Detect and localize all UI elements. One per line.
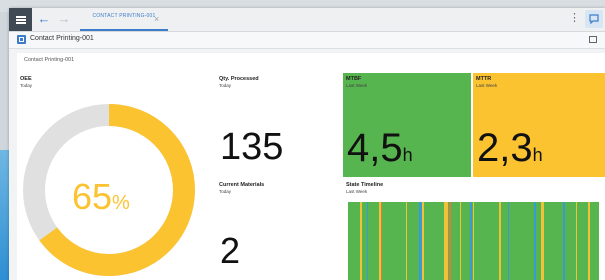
timeline-state-segment <box>588 202 590 280</box>
app-window: ← → CONTACT PRINTING-001 × ⋮ Contact Pri… <box>9 8 605 280</box>
materials-title: Current Materials <box>219 182 265 188</box>
materials-subtitle: Today <box>219 189 232 194</box>
panel-toggle-icon[interactable] <box>589 36 597 43</box>
top-bar: ← → CONTACT PRINTING-001 × ⋮ <box>9 8 605 32</box>
chat-button[interactable] <box>585 10 603 28</box>
oee-tile[interactable]: OEE Today 65% <box>17 73 213 280</box>
timeline-state-segment <box>576 202 577 280</box>
timeline-state-segment <box>563 202 565 280</box>
timeline-state-segment <box>444 202 448 280</box>
mttr-subtitle: Last Week <box>476 83 498 88</box>
page-header: Contact Printing-001 <box>9 32 605 49</box>
mttr-tile[interactable]: MTTR Last Week 2,3h <box>473 73 605 177</box>
timeline-chart <box>348 202 599 280</box>
current-materials-tile[interactable]: Current Materials Today 2 <box>216 179 341 280</box>
qty-value: 135 <box>220 126 284 168</box>
timeline-state-segment <box>360 202 362 280</box>
mttr-value-wrap: 2,3h <box>477 128 543 168</box>
oee-value: 65 <box>72 176 113 217</box>
materials-value: 2 <box>220 230 241 271</box>
mtbf-subtitle: Last Week <box>346 83 368 88</box>
tab-label: CONTACT PRINTING-001 <box>92 13 156 19</box>
oee-unit: % <box>112 192 130 214</box>
mttr-title: MTTR <box>476 76 492 82</box>
timeline-state-segment <box>470 202 472 280</box>
qty-processed-tile[interactable]: Qty. Processed Today 135 <box>216 73 341 177</box>
timeline-state-segment <box>406 202 407 280</box>
timeline-subtitle: Last Week <box>346 189 368 194</box>
timeline-state-segment <box>473 202 474 280</box>
more-options-icon[interactable]: ⋮ <box>569 13 580 24</box>
timeline-state-segment <box>367 202 368 280</box>
timeline-state-segment <box>508 202 509 280</box>
mtbf-tile[interactable]: MTBF Last Week 4,5h <box>343 73 471 177</box>
menu-button[interactable] <box>9 8 32 31</box>
timeline-state-segment <box>534 202 536 280</box>
mtbf-value: 4,5 <box>347 126 403 170</box>
timeline-state-segment <box>449 202 451 280</box>
oee-value-wrap: 65% <box>72 179 130 215</box>
mtbf-title: MTBF <box>346 76 362 82</box>
qty-subtitle: Today <box>219 83 232 88</box>
timeline-state-segment <box>379 202 381 280</box>
mtbf-unit: h <box>402 145 413 165</box>
state-timeline-tile[interactable]: State Timeline Last Week <box>343 179 605 280</box>
timeline-state-segment <box>422 202 424 280</box>
mtbf-value-wrap: 4,5h <box>347 128 413 168</box>
timeline-state-segment <box>419 202 422 280</box>
machine-icon <box>17 35 26 44</box>
oee-donut <box>23 104 195 276</box>
panel-title: Contact Printing-001 <box>24 57 75 63</box>
mttr-unit: h <box>532 145 543 165</box>
dashboard-panel: Contact Printing-001 OEE Today 65% Qty. … <box>17 53 605 280</box>
hamburger-icon <box>15 15 26 24</box>
forward-arrow-icon[interactable]: → <box>57 12 71 26</box>
chat-icon <box>589 14 599 24</box>
back-arrow-icon[interactable]: ← <box>37 12 51 26</box>
timeline-state-segment <box>499 202 501 280</box>
timeline-state-segment <box>541 202 544 280</box>
mttr-value: 2,3 <box>477 126 533 170</box>
timeline-state-segment <box>460 202 461 280</box>
qty-title: Qty. Processed <box>219 76 259 82</box>
tab-close-icon[interactable]: × <box>154 14 159 24</box>
timeline-state-segment <box>381 202 382 280</box>
timeline-title: State Timeline <box>346 182 384 188</box>
page-title: Contact Printing-001 <box>30 35 94 42</box>
